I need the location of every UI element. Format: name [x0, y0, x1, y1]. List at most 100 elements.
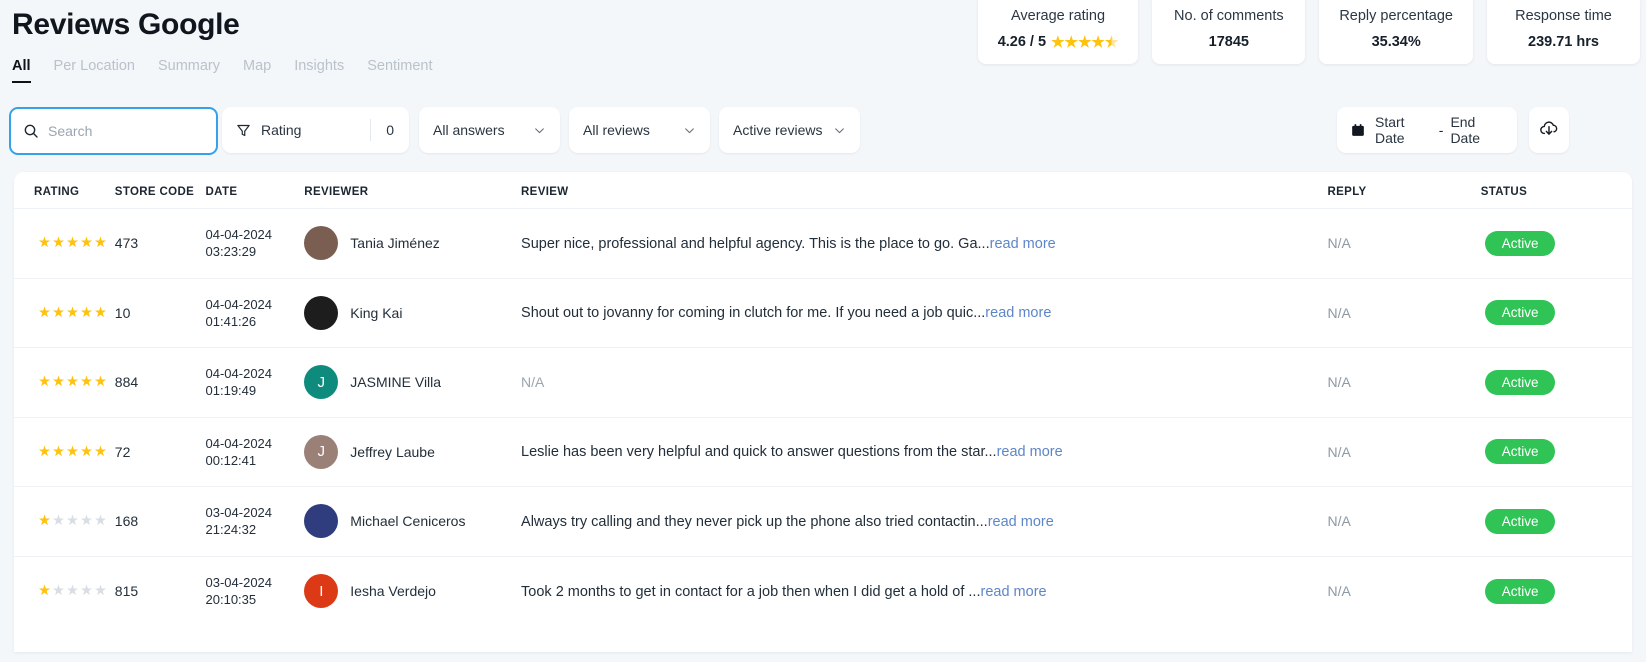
cell-reviewer: Tania Jiménez: [304, 209, 521, 279]
star-icon: ★: [38, 235, 51, 251]
table-row[interactable]: ★ ★ ★ ★ ★ 72 04-04-2024 00:12:41 J Jeffrey Laube L…: [14, 417, 1632, 487]
reviews-select[interactable]: All reviews: [569, 107, 710, 153]
tab-per-location[interactable]: Per Location: [54, 58, 135, 81]
stat-number: 35.34%: [1371, 34, 1421, 50]
status-badge[interactable]: Active: [1484, 578, 1556, 604]
stat-value: 35.34%: [1339, 34, 1453, 50]
cell-store-code: 884: [114, 374, 139, 391]
tab-sentiment[interactable]: Sentiment: [367, 58, 432, 81]
star-icon: ★: [52, 374, 65, 390]
star-icon: ★: [66, 374, 79, 390]
status-badge[interactable]: Active: [1484, 230, 1556, 256]
tab-insights[interactable]: Insights: [294, 58, 344, 81]
stat-card-reply-percentage: Reply percentage 35.34%: [1319, 0, 1473, 64]
table-row[interactable]: ★ ★ ★ ★ ★ 473 04-04-2024 03:23:29 Tania Jiménez S…: [14, 208, 1632, 279]
cell-review: Shout out to jovanny for coming in clutc…: [521, 278, 1327, 348]
read-more-link[interactable]: read more: [981, 584, 1047, 600]
cell-reviewer: J JASMINE Villa: [304, 348, 521, 418]
page-header: Reviews Google All Per Location Summary Map…: [0, 0, 1646, 92]
cell-date: 04-04-2024 01:19:49: [206, 348, 305, 418]
table-header-row: RATING STORE CODE DATE REVIEWER REVIEW REPLY S…: [14, 172, 1632, 209]
table-row[interactable]: ★ ★ ★ ★ ★ 10 04-04-2024 01:41:26 King Kai Shout o…: [14, 278, 1632, 348]
tab-all[interactable]: All: [12, 58, 31, 83]
star-icon: ★: [94, 443, 107, 460]
star-icon: ★: [38, 304, 51, 321]
status-badge[interactable]: Active: [1484, 439, 1556, 465]
active-reviews-select[interactable]: Active reviews: [719, 107, 860, 153]
tab-bar: All Per Location Summary Map Insights Sentime…: [12, 58, 433, 83]
chevron-down-icon: [833, 124, 846, 137]
cell-reply: N/A: [1327, 304, 1351, 321]
date-range-picker[interactable]: Start Date - End Date: [1337, 107, 1517, 153]
date-value: 04-04-2024: [205, 366, 273, 382]
read-more-link[interactable]: read more: [997, 444, 1063, 460]
cell-status: Active: [1481, 278, 1632, 348]
date-value: 04-04-2024: [205, 296, 273, 312]
search-input[interactable]: [48, 123, 204, 139]
read-more-link[interactable]: read more: [990, 236, 1056, 252]
answers-select[interactable]: All answers: [419, 107, 560, 153]
cell-date: 03-04-2024 21:24:32: [206, 487, 305, 557]
cell-status: Active: [1481, 417, 1632, 487]
time-value: 21:24:32: [205, 522, 257, 538]
cell-date: 04-04-2024 01:41:26: [206, 278, 305, 348]
date-value: 04-04-2024: [205, 227, 273, 243]
cell-date: 04-04-2024 00:12:41: [206, 417, 305, 487]
rating-stars: ★ ★ ★ ★ ★: [1051, 35, 1118, 50]
status-badge[interactable]: Active: [1484, 300, 1556, 326]
cell-store-code: 72: [114, 443, 131, 460]
cell-status: Active: [1481, 209, 1632, 279]
avatar: J: [304, 434, 339, 469]
date-end-label: End Date: [1450, 114, 1481, 146]
stat-label: Reply percentage: [1339, 8, 1453, 24]
column-header-reviewer: REVIEWER: [304, 172, 522, 209]
tab-summary[interactable]: Summary: [158, 58, 220, 81]
cell-reviewer: J Jeffrey Laube: [304, 417, 521, 487]
cell-review: Super nice, professional and helpful age…: [521, 209, 1327, 279]
star-icon: ★: [1064, 33, 1078, 51]
cell-reply: N/A: [1327, 513, 1351, 530]
table-row[interactable]: ★ ★ ★ ★ ★ 884 04-04-2024 01:19:49 J JASMINE Villa…: [14, 347, 1632, 418]
date-value: 04-04-2024: [205, 435, 273, 451]
chevron-down-icon: [683, 124, 696, 137]
stat-number: 239.71 hrs: [1528, 34, 1599, 50]
table-row[interactable]: ★ ★ ★ ★ ★ 815 03-04-2024 20:10:35 I Iesha Verdejo…: [14, 556, 1632, 626]
rating-filter-button[interactable]: Rating 0: [222, 107, 409, 153]
star-icon: ★: [80, 513, 93, 529]
read-more-link[interactable]: read more: [985, 305, 1051, 321]
calendar-icon: [1351, 123, 1365, 137]
cell-reply: N/A: [1327, 235, 1351, 252]
star-icon: ★: [80, 235, 93, 251]
cloud-download-icon: [1539, 118, 1559, 143]
star-icon: ★: [52, 235, 65, 251]
column-header-date: DATE: [205, 172, 305, 209]
read-more-link[interactable]: read more: [988, 514, 1054, 530]
star-icon: ★: [38, 582, 51, 599]
star-icon: ★: [38, 443, 51, 460]
tab-map[interactable]: Map: [243, 58, 271, 81]
cell-rating: ★ ★ ★ ★ ★: [14, 487, 115, 557]
star-icon: ★: [1091, 33, 1105, 51]
cell-reviewer: King Kai: [304, 278, 521, 348]
rating-stars: ★ ★ ★ ★ ★: [38, 304, 115, 321]
star-icon: ★: [80, 304, 93, 321]
status-badge[interactable]: Active: [1484, 369, 1556, 395]
rating-stars: ★ ★ ★ ★ ★: [38, 584, 115, 599]
stat-card-average-rating: Average rating 4.26 / 5 ★ ★ ★ ★ ★: [977, 0, 1139, 64]
review-text: Shout out to jovanny for coming in clutc…: [521, 305, 1052, 322]
status-badge[interactable]: Active: [1484, 508, 1556, 534]
avatar: [304, 226, 339, 261]
cell-reviewer: Michael Ceniceros: [304, 487, 521, 557]
stat-label: Response time: [1515, 8, 1612, 24]
filter-icon: [236, 123, 251, 138]
download-button[interactable]: [1529, 107, 1569, 153]
rating-stars: ★ ★ ★ ★ ★: [38, 443, 115, 460]
star-icon: ★: [66, 235, 79, 251]
cell-status: Active: [1481, 487, 1632, 557]
star-icon: ★: [52, 582, 65, 599]
search-box[interactable]: [9, 107, 218, 155]
cell-date: 04-04-2024 03:23:29: [206, 209, 305, 279]
table-row[interactable]: ★ ★ ★ ★ ★ 168 03-04-2024 21:24:32 Michael Cenice…: [14, 486, 1632, 557]
rating-divider: [370, 119, 371, 141]
star-icon: ★: [80, 582, 93, 599]
